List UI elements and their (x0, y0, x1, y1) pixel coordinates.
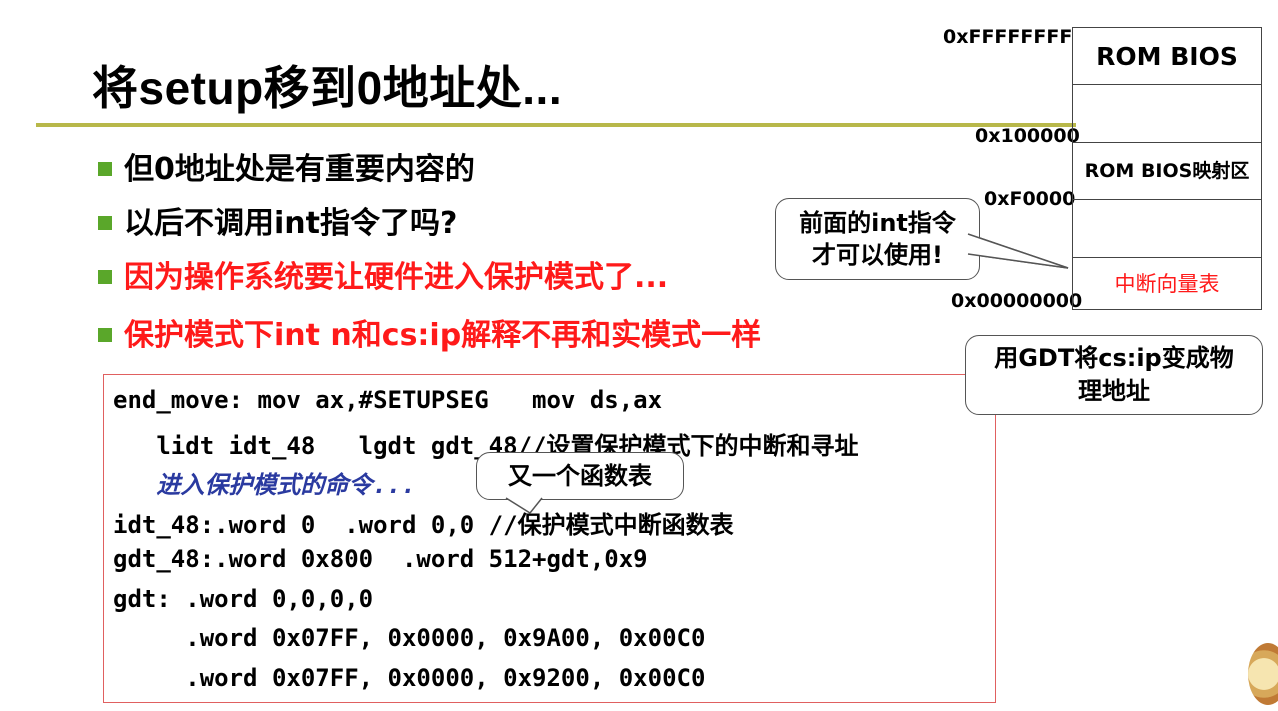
callout-tail-patch (505, 497, 543, 514)
address-label: 0xFFFFFFFF (943, 26, 1073, 48)
callout-int-usable: 前面的int指令 才可以使用! (775, 198, 980, 280)
callout-text: 前面的int指令 (799, 209, 956, 237)
callout-another-table: 又一个函数表 (476, 452, 684, 500)
address-label: 0x00000000 (951, 290, 1083, 312)
callout-text: 理地址 (1078, 377, 1150, 405)
callout-tail-patch (967, 233, 1069, 269)
callout-text: 用GDT将cs:ip变成物 (994, 344, 1234, 372)
address-label: 0xF0000 (984, 188, 1076, 210)
callout-gdt-note: 用GDT将cs:ip变成物 理地址 (965, 335, 1263, 415)
callout-text: 才可以使用! (812, 241, 943, 269)
memory-cell-empty (1072, 84, 1262, 142)
memory-cell-rom-bios: ROM BIOS (1072, 27, 1262, 84)
memory-cell-ivt: 中断向量表 (1072, 257, 1262, 310)
memory-cell-empty (1072, 199, 1262, 257)
memory-cell-rom-bios-mapped: ROM BIOS映射区 (1072, 142, 1262, 199)
address-label: 0x100000 (975, 125, 1080, 147)
